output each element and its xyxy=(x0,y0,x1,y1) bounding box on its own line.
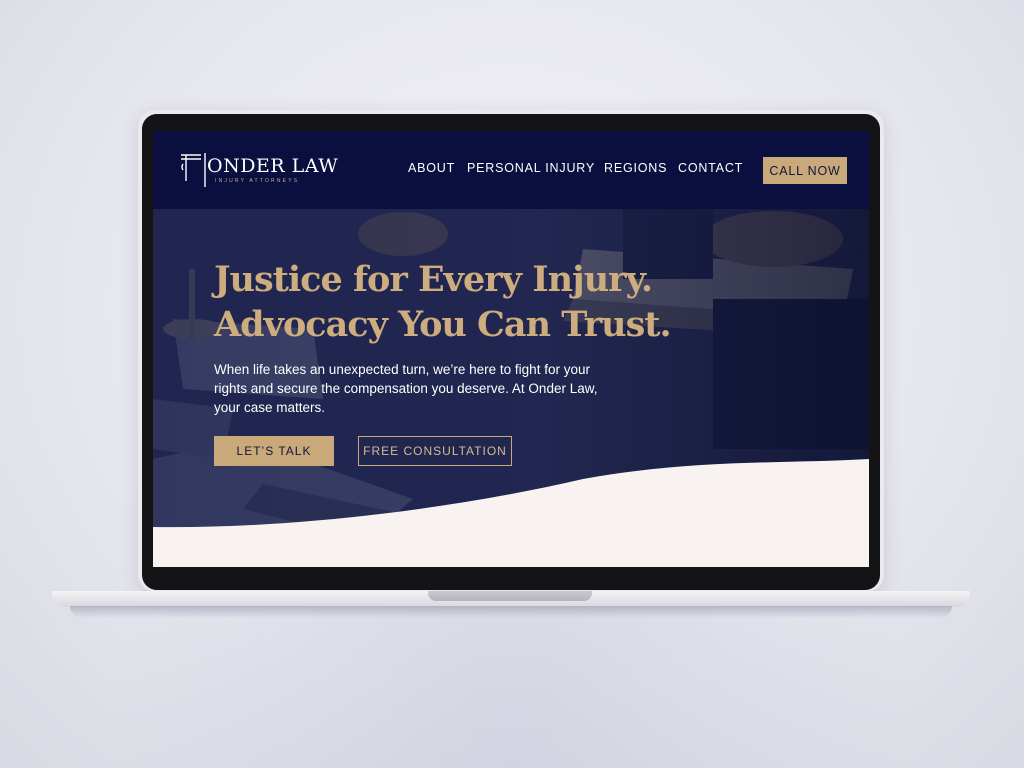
laptop-shadow xyxy=(70,606,952,618)
brand-tagline: INJURY ATTORNEYS xyxy=(215,178,300,184)
site-header: ONDER LAW INJURY ATTORNEYS ABOUT PERSONA… xyxy=(153,131,869,209)
hero-section: Justice for Every Injury. Advocacy You C… xyxy=(153,209,869,567)
nav-item-about[interactable]: ABOUT xyxy=(408,161,455,175)
nav-item-contact[interactable]: CONTACT xyxy=(678,161,743,175)
nav-item-regions[interactable]: REGIONS xyxy=(604,161,667,175)
laptop-screen: ONDER LAW INJURY ATTORNEYS ABOUT PERSONA… xyxy=(153,131,869,567)
call-now-button[interactable]: CALL NOW xyxy=(763,157,847,184)
brand-name: ONDER LAW xyxy=(207,155,339,177)
laptop-notch xyxy=(428,591,592,601)
hero-wave-divider xyxy=(153,459,869,567)
nav-item-personal-injury[interactable]: PERSONAL INJURY xyxy=(467,161,595,175)
